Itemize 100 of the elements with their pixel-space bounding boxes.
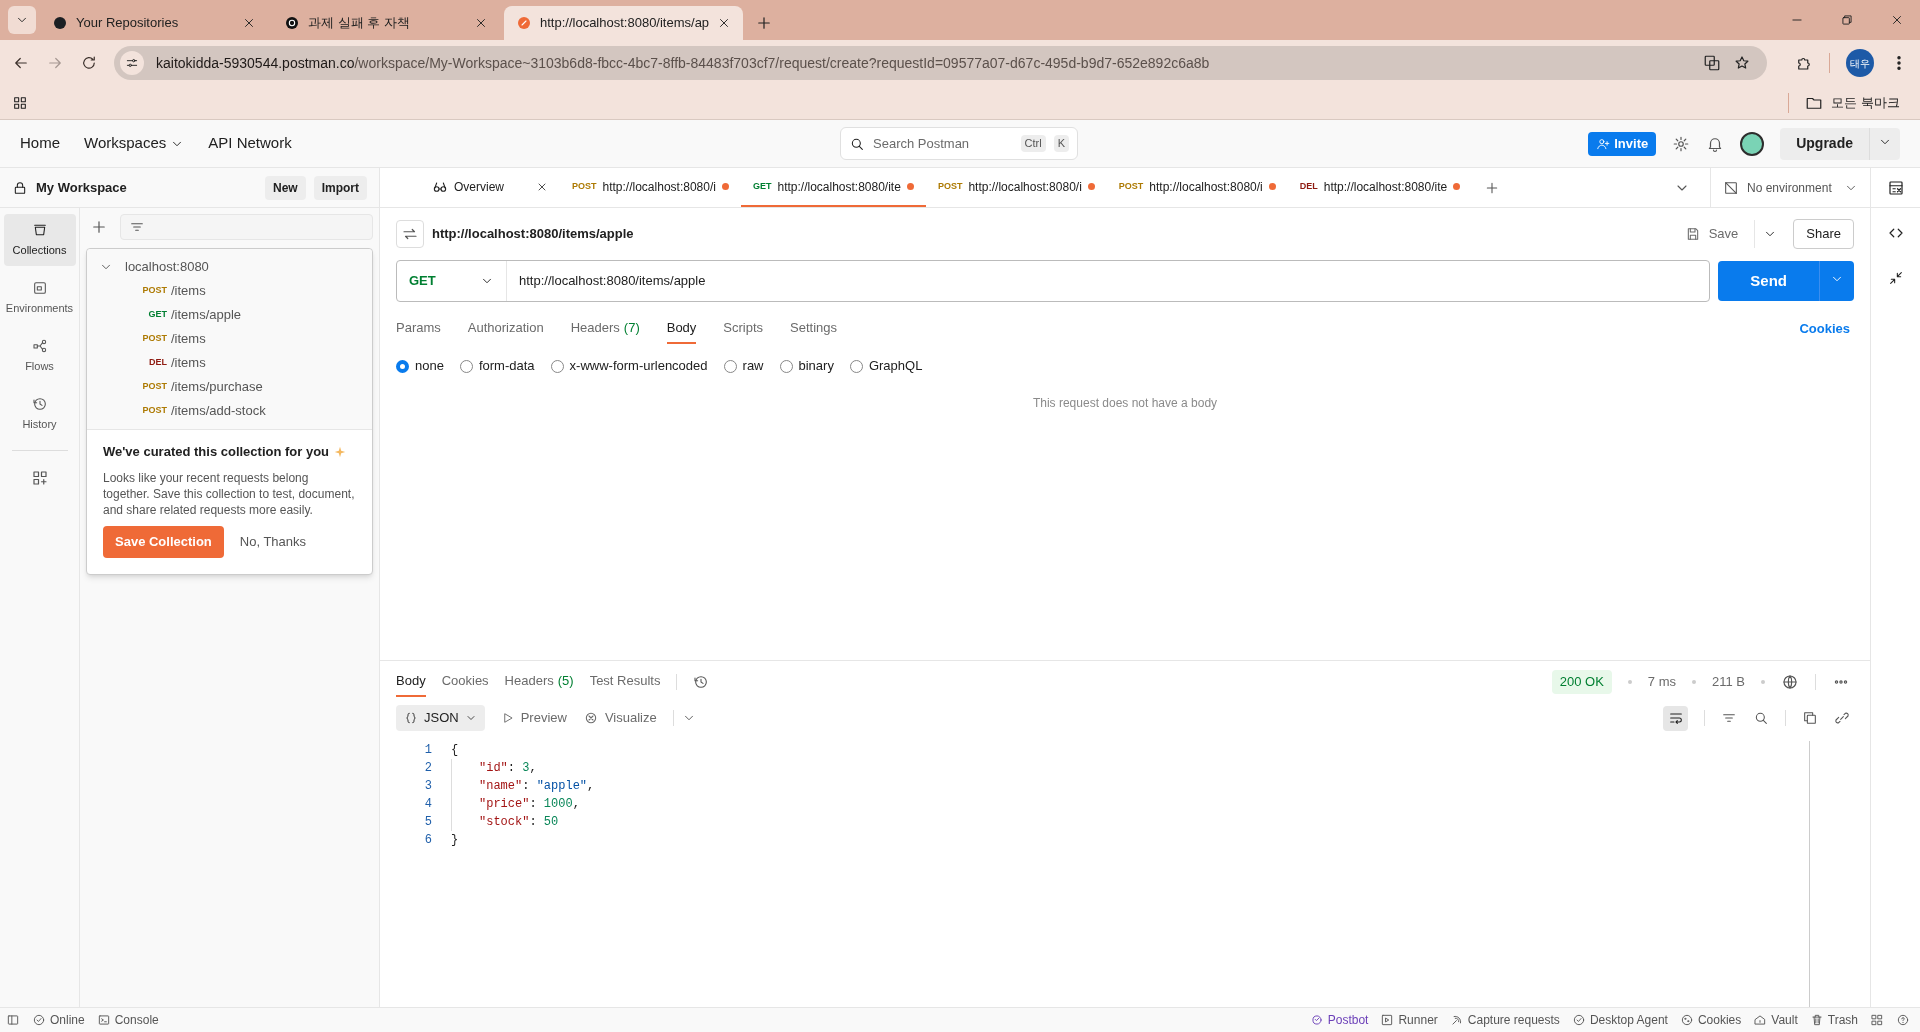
request-item[interactable]: POST /items	[87, 327, 372, 351]
address-bar[interactable]: kaitokidda-5930544.postman.co/workspace/My-Workspace~3103b6d8-fbcc-4bc7-8ffb-84483f703cf7/request/create?requestId=09577a07-d67c-495d-b9d7-652e892c6a8b	[114, 46, 1767, 80]
request-tab[interactable]: POST http://localhost:8080/i	[925, 168, 1107, 207]
browser-tab[interactable]: Your Repositories	[40, 6, 268, 40]
request-tab[interactable]: POST http://localhost:8080/i	[1106, 168, 1288, 207]
close-icon[interactable]	[242, 16, 256, 30]
copy-icon[interactable]	[1802, 710, 1818, 726]
sidebar-tab[interactable]: Flows	[3, 330, 76, 382]
close-icon[interactable]	[1890, 13, 1904, 27]
search-input[interactable]: Search Postman	[873, 133, 1013, 154]
search-field[interactable]: Search Postman Ctrl K	[840, 127, 1078, 160]
workspace-button[interactable]: Import	[313, 175, 367, 200]
request-tab[interactable]: DEL http://localhost:8080/ite	[1287, 168, 1473, 207]
status-bar-item[interactable]: Online	[32, 1011, 85, 1029]
preview-button[interactable]: Preview	[500, 708, 567, 728]
invite-button[interactable]: Invite	[1588, 131, 1657, 156]
tab[interactable]: Body	[396, 667, 426, 697]
status-bar-item[interactable]: Vault	[1753, 1011, 1798, 1029]
bookmark-star-icon[interactable]	[1733, 54, 1751, 72]
tab[interactable]: Body	[666, 314, 697, 344]
sidebar-tab[interactable]: Environments	[3, 272, 76, 324]
search-icon[interactable]	[1753, 710, 1769, 726]
check-circle-icon	[32, 1013, 46, 1027]
bookmarks-folder[interactable]: 모든 북마크	[1805, 92, 1900, 113]
help-icon[interactable]	[1896, 1013, 1910, 1027]
tab[interactable]: Cookies	[441, 667, 489, 697]
method-selector[interactable]: GET	[397, 261, 507, 301]
add-icon[interactable]	[90, 218, 108, 236]
status-bar-item[interactable]: Runner	[1380, 1011, 1438, 1029]
workspace-button[interactable]: New	[264, 175, 306, 200]
tab[interactable]: Settings	[790, 314, 838, 344]
layout-icon[interactable]	[1870, 1013, 1884, 1027]
restore-icon[interactable]	[1840, 13, 1854, 27]
sidebar-toggle-icon[interactable]	[6, 1013, 20, 1027]
code-line: "stock": 50	[451, 813, 559, 831]
radio-button[interactable]	[396, 359, 409, 373]
profile-avatar[interactable]: 태우	[1846, 49, 1874, 77]
cookies-link[interactable]: Cookies	[1799, 319, 1850, 339]
tab[interactable]: Headers (5)	[504, 667, 574, 697]
shortcut-key: Ctrl	[1020, 135, 1046, 152]
status-bar-item[interactable]: Capture requests	[1449, 1011, 1560, 1029]
save-button[interactable]: Save	[1676, 224, 1747, 244]
status-bar-item[interactable]: Trash	[1809, 1011, 1858, 1029]
radio-option[interactable]: binary	[779, 356, 834, 376]
wrap-lines-icon[interactable]	[1667, 710, 1684, 726]
share-button[interactable]: Share	[1793, 219, 1854, 249]
environment-table-icon[interactable]	[1886, 178, 1905, 197]
history-icon[interactable]	[693, 674, 710, 690]
translate-icon[interactable]	[1703, 54, 1721, 72]
radio-option[interactable]: raw	[723, 356, 764, 376]
collection-item[interactable]: localhost:8080	[87, 255, 372, 279]
add-widget-icon[interactable]	[30, 469, 49, 487]
nav-link[interactable]: Workspaces	[84, 132, 185, 155]
request-tab[interactable]: POST http://localhost:8080/i	[560, 168, 741, 207]
url-field[interactable]: GET http://localhost:8080/items/apple	[396, 260, 1711, 302]
request-tab[interactable]: Overview	[420, 168, 560, 207]
user-avatar[interactable]	[1740, 131, 1765, 156]
tab[interactable]: Params	[396, 314, 441, 344]
filter-field[interactable]	[120, 214, 373, 240]
radio-option[interactable]: form-data	[459, 356, 535, 376]
status-bar-item[interactable]: Console	[96, 1011, 159, 1029]
close-icon[interactable]	[474, 16, 488, 30]
request-item[interactable]: GET /items/apple	[87, 303, 372, 327]
environment-selector[interactable]: No environment	[1710, 168, 1870, 207]
browser-tab[interactable]: 과제 실패 후 자책	[272, 6, 500, 40]
house-icon	[1753, 1013, 1768, 1027]
apps-icon[interactable]	[12, 94, 28, 111]
site-logo-icon	[284, 15, 300, 31]
history-icon	[31, 395, 48, 412]
format-selector[interactable]: JSON	[396, 705, 485, 731]
request-item[interactable]: DEL /items	[87, 351, 372, 375]
request-item[interactable]: POST /items	[87, 279, 372, 303]
radio-option[interactable]: x-www-form-urlencoded	[550, 356, 708, 376]
status-bar-item[interactable]: Postbot	[1309, 1011, 1369, 1029]
line-number: 5	[423, 814, 432, 831]
tab[interactable]: Test Results	[589, 667, 661, 697]
sidebar-tab[interactable]: Collections	[3, 214, 76, 266]
globe-icon[interactable]	[1781, 673, 1799, 691]
link-icon[interactable]	[1834, 710, 1850, 726]
request-item[interactable]: POST /items/add-stock	[87, 399, 372, 423]
request-item[interactable]: POST /items/purchase	[87, 375, 372, 399]
tab[interactable]: Scripts	[723, 314, 764, 344]
code-line: "price": 1000,	[451, 795, 580, 813]
collapse-icon[interactable]	[1887, 270, 1904, 286]
visualize-button[interactable]: Visualize	[582, 708, 657, 728]
status-bar-item[interactable]: Cookies	[1679, 1011, 1742, 1029]
browser-tab[interactable]: http://localhost:8080/items/ap	[504, 6, 744, 40]
site-settings-icon	[125, 56, 139, 70]
status-bar-item[interactable]: Desktop Agent	[1571, 1011, 1668, 1029]
sidebar-tab[interactable]: History	[3, 388, 76, 440]
tab[interactable]: Authorization	[467, 314, 544, 344]
cookie-icon	[1679, 1013, 1694, 1027]
nav-link[interactable]: API Network	[208, 132, 292, 155]
nav-link[interactable]: Home	[20, 132, 60, 155]
dismiss-button[interactable]: No, Thanks	[235, 525, 311, 558]
radio-option[interactable]: none	[396, 356, 444, 376]
radio-option[interactable]: GraphQL	[849, 356, 923, 376]
settings-icon[interactable]	[1672, 134, 1691, 153]
reload-icon[interactable]	[80, 54, 98, 72]
tab[interactable]: Headers (7)	[570, 314, 640, 344]
